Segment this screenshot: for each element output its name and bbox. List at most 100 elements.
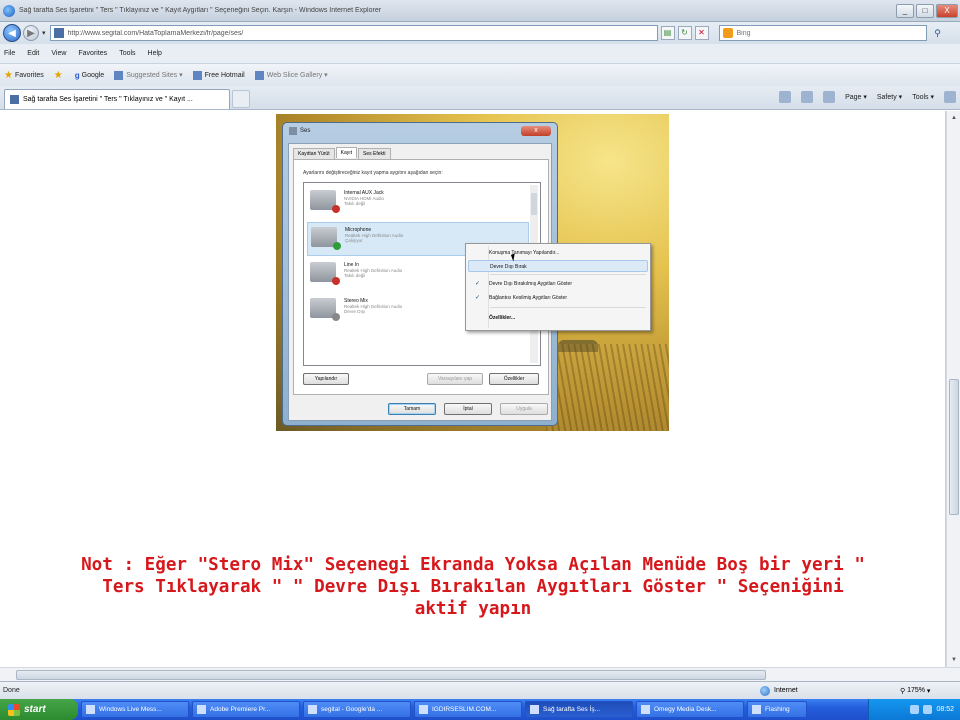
favorite-google[interactable]: g Google [75, 71, 104, 80]
tools-menu[interactable]: Tools ▾ [912, 93, 934, 101]
menu-file[interactable]: File [4, 50, 15, 57]
line-in-icon [310, 262, 340, 285]
properties-button: Özellikler [489, 373, 539, 385]
magnifier-icon: ⚲ [900, 687, 908, 695]
dialog-close-button: x [521, 126, 551, 136]
horizontal-scrollbar[interactable] [0, 667, 960, 681]
compatibility-icon[interactable]: ▤ [660, 26, 675, 40]
forward-button[interactable]: ▶ [23, 25, 39, 41]
favorites-bar: ★ Favorites ★ g Google Suggested Sites ▾ F… [0, 64, 960, 86]
favorites-button[interactable]: ★ Favorites [4, 70, 44, 81]
browser-icon [530, 705, 539, 714]
dialog-title: Ses [289, 127, 310, 135]
scroll-up-icon[interactable]: ▲ [949, 113, 959, 123]
star-icon: ★ [4, 69, 13, 81]
active-badge-icon [333, 242, 341, 250]
back-button[interactable]: ◀ [3, 24, 21, 42]
window-title: Sağ tarafta Ses İşaretini " Ters " Tıkla… [19, 7, 382, 14]
ok-button: Tamam [388, 403, 436, 415]
note-line-2: Ters Tıklayarak " " Devre Dışı Bırakılan… [102, 577, 844, 597]
url-field[interactable] [49, 25, 658, 41]
add-favorite-icon[interactable]: ★ [54, 70, 65, 81]
taskbar-item[interactable]: segital - Google'da ... [303, 701, 411, 718]
apply-button: Uygula [500, 403, 548, 415]
page-menu[interactable]: Page ▾ [845, 93, 867, 101]
favorite-suggested-sites[interactable]: Suggested Sites ▾ [114, 70, 183, 80]
audio-jack-icon [310, 190, 340, 213]
search-field[interactable] [718, 25, 927, 41]
dialog-instruction: Ayarlarını değiştireceğiniz kayıt yapma … [303, 170, 443, 176]
note-line-3: aktif yapın [414, 599, 532, 619]
background-grass [546, 344, 669, 431]
tab-recording: Kayıt [335, 147, 358, 158]
horizontal-scroll-thumb[interactable] [16, 670, 766, 680]
zoom-level[interactable]: ⚲ 175% ▾ [900, 687, 960, 695]
refresh-icon[interactable]: ↻ [677, 26, 692, 40]
favorite-free-hotmail[interactable]: Free Hotmail [192, 70, 245, 80]
checkmark-icon: ✓ [475, 295, 481, 301]
page-icon [254, 70, 264, 80]
status-bar: Done Internet ⚲ 175% ▾ [0, 681, 960, 699]
menu-favorites[interactable]: Favorites [78, 50, 107, 57]
taskbar-item[interactable]: Flashing [747, 701, 807, 718]
menu-view[interactable]: View [51, 50, 66, 57]
taskbar-item[interactable]: Omegy Media Desk... [636, 701, 744, 718]
dialog-tabs: Kayıttan Yürüt Kayıt Ses Efekti [293, 147, 392, 159]
taskbar: start Windows Live Mess... Adobe Premier… [0, 699, 960, 720]
stop-icon[interactable]: ✕ [694, 26, 709, 40]
favorites-label: Favorites [14, 71, 44, 79]
feeds-icon[interactable] [779, 91, 792, 103]
search-input[interactable] [736, 29, 926, 37]
read-mail-icon[interactable] [801, 91, 814, 103]
context-menu: Konuşma Tanımayı Yapılandır... Devre Dış… [465, 243, 651, 331]
vertical-scrollbar[interactable]: ▲ ▼ [946, 111, 960, 667]
favorite-web-slice-gallery[interactable]: Web Slice Gallery ▾ [254, 70, 328, 80]
messenger-icon [86, 705, 95, 714]
site-favicon-icon [53, 28, 64, 38]
flashing-icon [752, 705, 761, 714]
scroll-down-icon[interactable]: ▼ [949, 655, 959, 665]
menu-tools[interactable]: Tools [119, 50, 135, 57]
windows-logo-icon [8, 703, 20, 716]
title-bar: Sağ tarafta Ses İşaretini " Ters " Tıkla… [0, 0, 960, 22]
cancel-button: İptal [444, 403, 492, 415]
menu-bar: File Edit View Favorites Tools Help [0, 44, 960, 64]
recent-pages-dropdown[interactable]: ▾ [42, 29, 46, 37]
menu-edit[interactable]: Edit [27, 50, 39, 57]
safety-menu[interactable]: Safety ▾ [877, 93, 902, 101]
tray-icon[interactable] [910, 705, 920, 714]
tray-icon[interactable] [923, 705, 933, 714]
help-icon[interactable] [944, 91, 956, 103]
speaker-icon [289, 127, 297, 135]
context-item-configure-speech: Konuşma Tanımayı Yapılandır... [489, 250, 560, 256]
print-icon[interactable] [823, 91, 836, 103]
taskbar-item-active[interactable]: Sağ tarafta Ses İş... [525, 701, 633, 718]
configure-button: Yapılandır [303, 373, 349, 385]
taskbar-item[interactable]: IGDIRSESLIM.COM... [414, 701, 522, 718]
media-icon [641, 705, 650, 714]
device-item: Internal AUX Jack NVIDIA HDMI Audio Takılı… [307, 186, 529, 220]
menu-help[interactable]: Help [148, 50, 162, 57]
start-button[interactable]: start [0, 699, 78, 720]
close-button[interactable]: X [936, 3, 958, 18]
tab-row: Sağ tarafta Ses İşaretini " Ters " Tıkla… [0, 86, 960, 110]
context-item-show-disabled: ✓ Devre Dışı Bırakılmış Aygıtları Göster [468, 278, 648, 290]
taskbar-item[interactable]: Windows Live Mess... [81, 701, 189, 718]
microphone-icon [311, 227, 341, 250]
unplugged-badge-icon [332, 205, 340, 213]
new-tab-button[interactable] [232, 90, 250, 108]
search-icon[interactable]: ⚲ [929, 25, 947, 41]
tab-playback: Kayıttan Yürüt [293, 148, 335, 159]
security-zone[interactable]: Internet [760, 685, 900, 696]
unplugged-badge-icon [332, 277, 340, 285]
taskbar-item[interactable]: Adobe Premiere Pr... [192, 701, 300, 718]
note-line-1: Not : Eğer "Stero Mix" Seçenegi Ekranda … [81, 555, 865, 575]
tab-current[interactable]: Sağ tarafta Ses İşaretini " Ters " Tıkla… [4, 89, 230, 109]
vertical-scroll-thumb[interactable] [949, 379, 959, 515]
url-input[interactable] [67, 29, 657, 37]
maximize-button[interactable]: □ [916, 3, 934, 18]
minimize-button[interactable]: _ [896, 3, 914, 18]
stereo-mix-icon [310, 298, 340, 321]
context-item-disable: Devre Dışı Bırak [468, 260, 648, 272]
ie-logo-icon [3, 4, 15, 17]
